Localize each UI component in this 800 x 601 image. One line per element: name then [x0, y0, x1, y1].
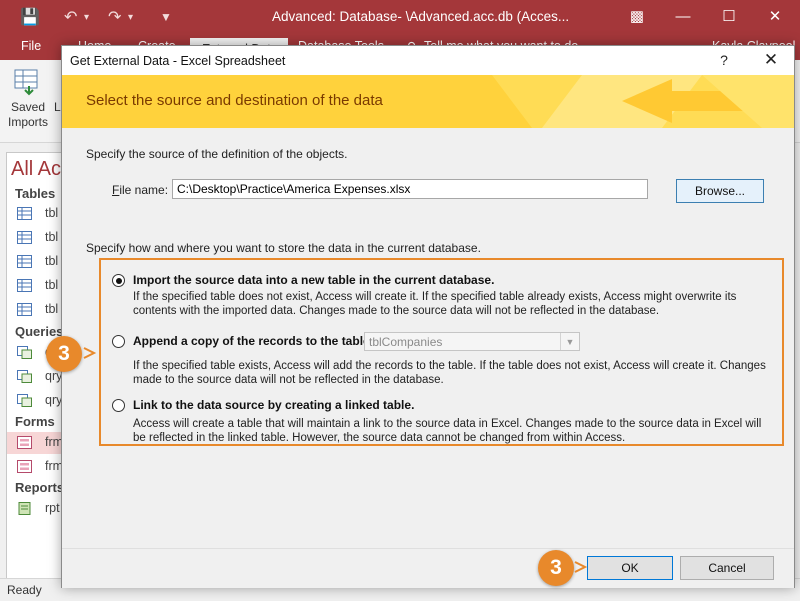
saved-imports-label-2: Imports [7, 115, 48, 129]
nav-item-label: rpt [45, 501, 60, 515]
source-instruction: Specify the source of the definition of … [86, 147, 348, 161]
nav-item-query[interactable]: qry [7, 390, 63, 412]
redo-dropdown-icon[interactable]: ▾ [128, 12, 133, 23]
tab-file[interactable]: File [21, 39, 41, 53]
option-append-label[interactable]: Append a copy of the records to the tabl… [133, 334, 374, 348]
cancel-button[interactable]: Cancel [680, 556, 774, 580]
ribbon-display-icon[interactable]: ▩ [614, 0, 660, 34]
nav-item-form[interactable]: frm [7, 432, 63, 454]
dialog-footer: OK Cancel [62, 548, 794, 588]
minimize-icon[interactable]: — [660, 0, 706, 34]
query-icon [17, 370, 32, 383]
report-icon [18, 502, 31, 515]
nav-category-reports[interactable]: Reports [15, 480, 63, 495]
nav-item-table[interactable]: tbl [7, 299, 63, 321]
chevron-down-icon[interactable]: ▼ [560, 333, 579, 350]
append-table-select[interactable]: tblCompanies ▼ [364, 332, 580, 351]
dialog-body: Specify the source of the definition of … [62, 128, 794, 548]
table-icon [17, 303, 32, 316]
nav-item-label: qry [45, 393, 63, 407]
option-import-desc: If the specified table does not exist, A… [133, 291, 737, 317]
help-button[interactable]: ? [714, 49, 734, 71]
redo-icon[interactable]: ↷ [108, 7, 121, 27]
saved-imports-label-1: Saved [10, 100, 46, 114]
close-window-icon[interactable]: ✕ [752, 0, 798, 34]
query-icon [17, 346, 32, 359]
customize-toolbar-icon[interactable]: ▼ [160, 10, 172, 24]
title-bar: 💾 ↶ ▾ ↷ ▾ ▼ Advanced: Database- \Advance… [0, 0, 800, 34]
close-dialog-button[interactable]: ✕ [759, 49, 783, 71]
table-icon [17, 231, 32, 244]
append-table-value: tblCompanies [369, 335, 443, 349]
table-icon [17, 207, 32, 220]
storage-options-highlight: Import the source data into a new table … [99, 258, 784, 446]
nav-pane-title[interactable]: All Ac [11, 158, 61, 181]
nav-item-label: tbl [45, 230, 59, 244]
nav-item-table[interactable]: tbl [7, 227, 63, 249]
nav-item-label: tbl [45, 206, 59, 220]
banner-heading: Select the source and destination of the… [86, 92, 383, 109]
storage-instruction: Specify how and where you want to store … [86, 241, 481, 255]
nav-category-tables[interactable]: Tables [15, 186, 55, 201]
table-icon [17, 279, 32, 292]
save-icon[interactable]: 💾 [20, 7, 40, 27]
option-import-label[interactable]: Import the source data into a new table … [133, 273, 494, 287]
undo-icon[interactable]: ↶ [64, 7, 77, 27]
status-text: Ready [7, 583, 42, 597]
maximize-icon[interactable]: ☐ [706, 0, 752, 34]
radio-append[interactable] [112, 335, 125, 348]
file-name-label: File name: [112, 183, 168, 197]
app-title: Advanced: Database- \Advanced.acc.db (Ac… [272, 9, 570, 24]
step-callout: 3 [46, 336, 82, 372]
nav-item-form[interactable]: frm [7, 456, 63, 478]
saved-imports-button[interactable]: Saved Imports [6, 100, 50, 130]
step-callout: 3 [538, 550, 574, 586]
nav-item-label: tbl [45, 278, 59, 292]
nav-category-forms[interactable]: Forms [15, 414, 55, 429]
file-name-label-rest: ile name: [119, 183, 169, 197]
nav-item-label: tbl [45, 254, 59, 268]
dialog-title: Get External Data - Excel Spreadsheet [70, 54, 286, 68]
ribbon-cut-label: L [54, 100, 61, 114]
option-link-label[interactable]: Link to the data source by creating a li… [133, 398, 414, 412]
option-link-desc: Access will create a table that will mai… [133, 418, 762, 444]
nav-item-table[interactable]: tbl [7, 251, 63, 273]
option-append-desc: If the specified table exists, Access wi… [133, 360, 766, 386]
radio-import[interactable] [112, 274, 125, 287]
nav-item-report[interactable]: rpt [7, 498, 63, 520]
nav-item-table[interactable]: tbl [7, 275, 63, 297]
radio-link[interactable] [112, 399, 125, 412]
table-icon [17, 255, 32, 268]
nav-item-table[interactable]: tbl [7, 203, 63, 225]
ok-button[interactable]: OK [587, 556, 673, 580]
nav-item-label: tbl [45, 302, 59, 316]
file-name-input[interactable] [172, 179, 648, 199]
get-external-data-dialog: Get External Data - Excel Spreadsheet ? … [61, 45, 795, 588]
form-icon [17, 436, 32, 449]
callout-pointer [574, 561, 588, 573]
browse-button[interactable]: Browse... [676, 179, 764, 203]
saved-imports-icon[interactable] [13, 68, 41, 96]
query-icon [17, 394, 32, 407]
form-icon [17, 460, 32, 473]
dialog-banner: Select the source and destination of the… [62, 75, 794, 128]
callout-pointer [83, 347, 97, 359]
undo-dropdown-icon[interactable]: ▾ [84, 12, 89, 23]
